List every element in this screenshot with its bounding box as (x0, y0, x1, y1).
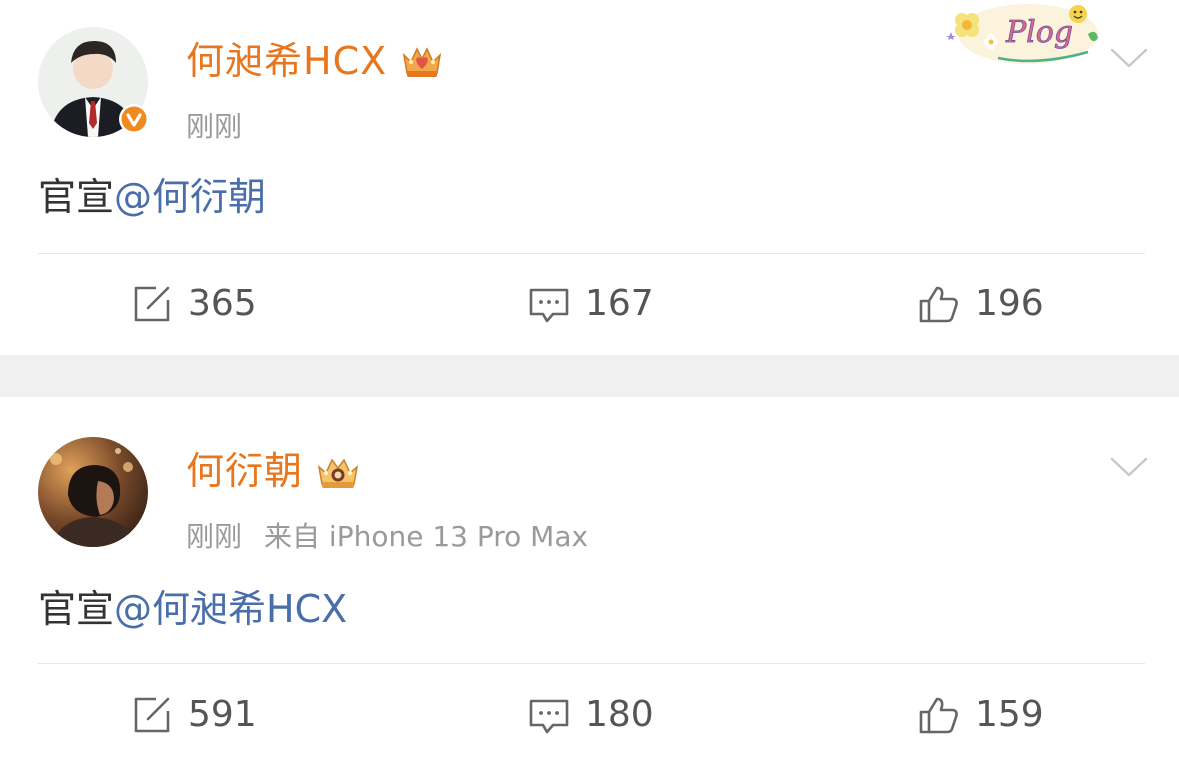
comment-icon (529, 699, 569, 734)
thumbs-up-icon (919, 697, 958, 734)
flower-icon (955, 13, 979, 37)
action-bar: 365 167 196 (0, 274, 1179, 334)
username[interactable]: 何衍朝 (186, 448, 303, 494)
user-row: 何昶希HCX (186, 38, 445, 84)
post-content: 官宣@何衍朝 (38, 173, 266, 221)
comment-icon (529, 288, 569, 323)
divider (38, 663, 1145, 664)
chevron-down-icon[interactable] (1109, 46, 1149, 70)
avatar[interactable] (38, 437, 148, 547)
repost-button[interactable]: 591 (130, 685, 257, 745)
comment-button[interactable]: 180 (527, 685, 654, 745)
like-count: 159 (975, 694, 1044, 735)
divider (38, 253, 1145, 254)
verified-badge-icon (119, 104, 149, 134)
sticker-text: Plog (1005, 15, 1073, 50)
post-text: 官宣 (38, 175, 115, 219)
repost-count: 591 (188, 694, 257, 735)
like-count: 196 (975, 283, 1044, 324)
post-time: 刚刚 (186, 110, 243, 143)
comment-button[interactable]: 167 (527, 274, 654, 334)
mention-link[interactable]: @何昶希HCX (114, 587, 347, 631)
user-row: 何衍朝 (186, 448, 361, 494)
weibo-post: 何昶希HCX 刚刚 Plog 官宣@何衍朝 365 167 196 (0, 0, 1179, 355)
repost-button[interactable]: 365 (130, 274, 257, 334)
like-button[interactable]: 159 (917, 685, 1044, 745)
crown-badge-icon (317, 458, 359, 488)
repost-count: 365 (188, 283, 257, 324)
repost-icon (134, 697, 170, 733)
mention-link[interactable]: @何衍朝 (114, 175, 266, 219)
like-button[interactable]: 196 (917, 274, 1044, 334)
feed-separator (0, 355, 1179, 397)
post-content: 官宣@何昶希HCX (38, 585, 347, 633)
repost-icon (134, 286, 170, 322)
weibo-post: 何衍朝 刚刚 来自 iPhone 13 Pro Max 官宣@何昶希HCX 591 (0, 397, 1179, 758)
crown-badge-icon (403, 47, 442, 77)
comment-count: 167 (585, 283, 654, 324)
action-bar: 591 180 159 (0, 685, 1179, 745)
plog-sticker: Plog (946, 4, 1098, 64)
avatar[interactable] (38, 27, 149, 137)
username[interactable]: 何昶希HCX (186, 38, 387, 84)
post-meta: 刚刚 来自 iPhone 13 Pro Max (186, 520, 588, 554)
avatar-image (38, 437, 148, 547)
post-source: 来自 iPhone 13 Pro Max (264, 520, 589, 553)
thumbs-up-icon (919, 286, 958, 323)
post-time: 刚刚 (186, 520, 243, 553)
chevron-down-icon[interactable] (1109, 455, 1149, 479)
post-text: 官宣 (38, 587, 115, 631)
post-meta: 刚刚 (186, 110, 242, 144)
comment-count: 180 (585, 694, 654, 735)
